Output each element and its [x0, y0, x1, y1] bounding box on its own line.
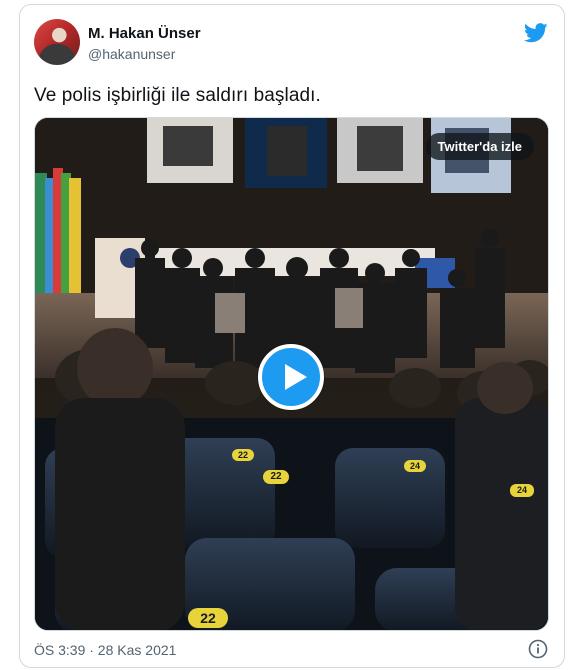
- twitter-bird-icon[interactable]: [524, 23, 548, 43]
- play-icon[interactable]: [258, 344, 324, 410]
- seat-label: 22: [188, 608, 228, 628]
- author-handle[interactable]: @hakanunser: [88, 46, 175, 62]
- seat-label: 22: [263, 470, 289, 484]
- tweet-timestamp[interactable]: ÖS 3:39 · 28 Kas 2021: [34, 642, 176, 658]
- info-icon[interactable]: [528, 639, 548, 659]
- tweet-card[interactable]: M. Hakan Ünser @hakanunser Ve polis işbi…: [19, 4, 565, 668]
- author-name[interactable]: M. Hakan Ünser: [88, 25, 201, 42]
- watch-on-twitter-button[interactable]: Twitter'da izle: [425, 133, 534, 160]
- seat-label: 24: [404, 460, 426, 472]
- video-media[interactable]: 22 22 24 24 22 Twitter'da izle: [34, 117, 549, 631]
- seat-label: 22: [232, 449, 254, 461]
- seat-label: 24: [510, 484, 534, 497]
- author-avatar[interactable]: [34, 19, 80, 65]
- tweet-text: Ve polis işbirliği ile saldırı başladı.: [34, 85, 321, 106]
